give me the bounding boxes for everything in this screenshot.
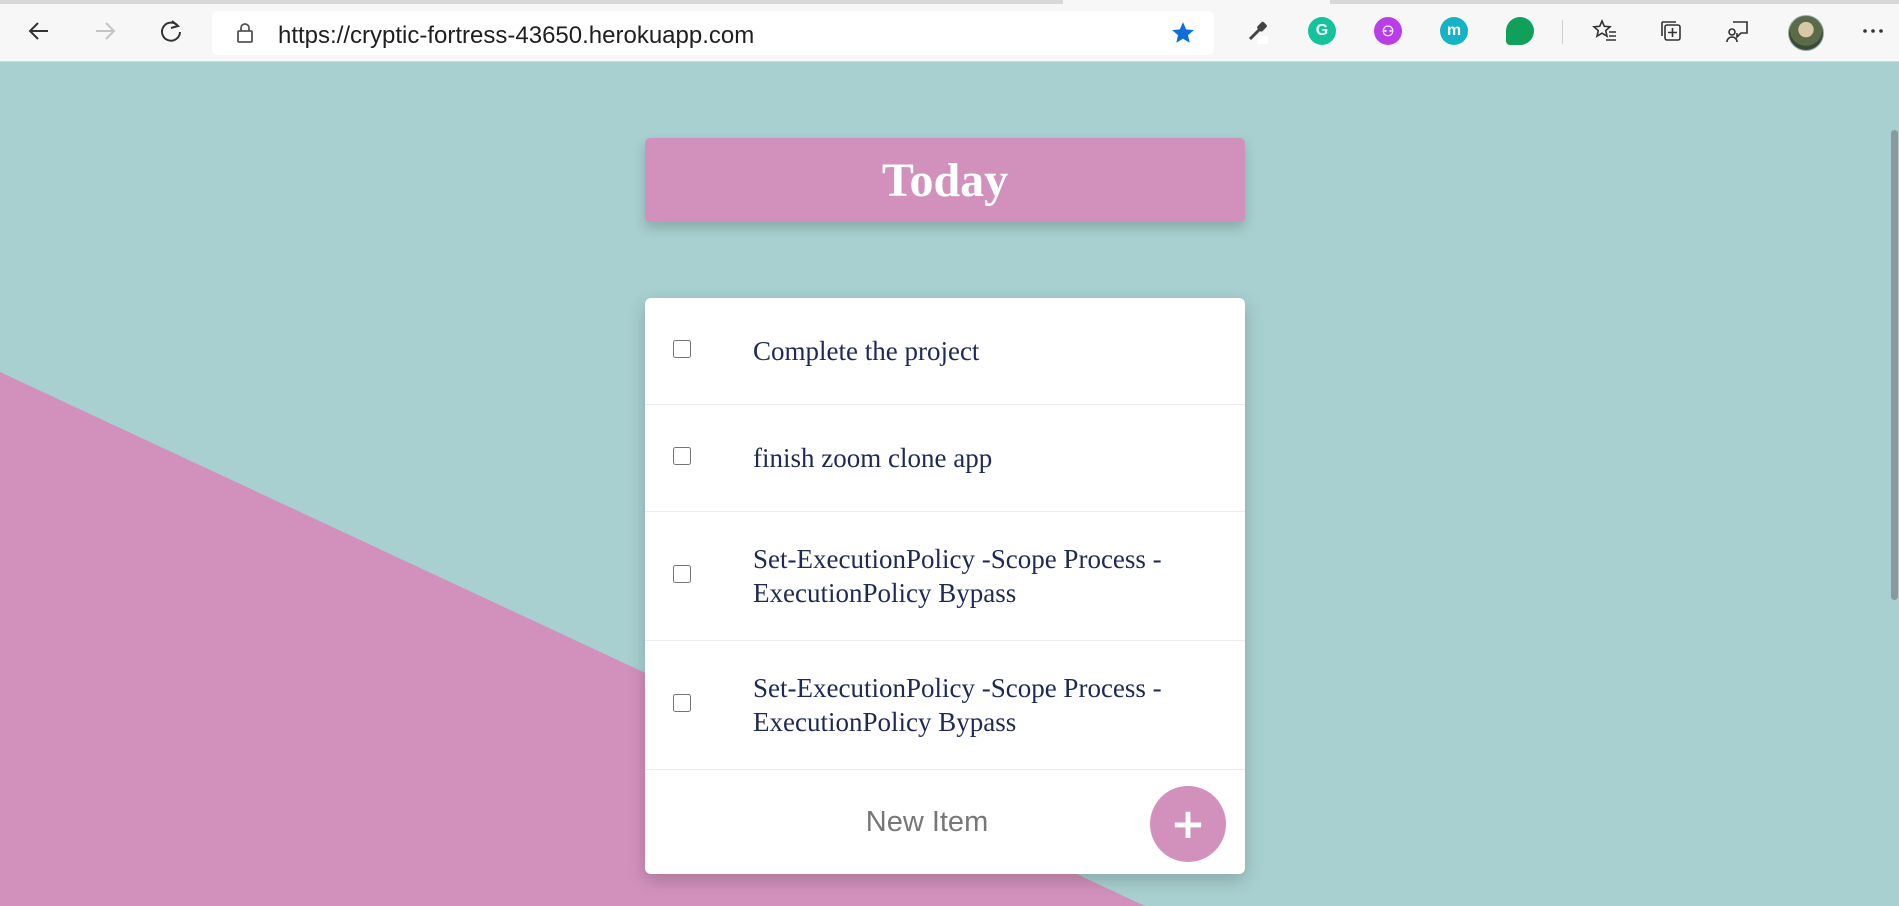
item-checkbox[interactable]	[673, 565, 691, 583]
add-item-button[interactable]: +	[1150, 786, 1226, 862]
collections-button[interactable]	[1656, 16, 1686, 46]
tab-strip-edge	[1330, 0, 1899, 4]
more-dots-icon	[1863, 29, 1883, 33]
tab-strip-edge	[0, 0, 1063, 4]
list-heading-box: Today	[645, 138, 1245, 222]
new-item-input[interactable]	[775, 796, 1079, 848]
browser-toolbar: https://cryptic-fortress-43650.herokuapp…	[0, 0, 1899, 62]
item-text: Complete the project	[753, 336, 980, 366]
item-text: finish zoom clone app	[753, 443, 993, 473]
back-button[interactable]	[22, 14, 56, 48]
favorites-list-icon	[1592, 18, 1616, 41]
favorites-button[interactable]	[1590, 16, 1620, 46]
item-checkbox[interactable]	[673, 340, 691, 358]
item-text: Set-ExecutionPolicy -Scope Process -Exec…	[753, 544, 1162, 608]
refresh-icon	[161, 20, 181, 42]
grammarly-icon[interactable]: G	[1308, 17, 1336, 45]
favorite-star-icon[interactable]	[1170, 20, 1196, 46]
back-arrow-icon	[28, 22, 48, 40]
item-text: Set-ExecutionPolicy -Scope Process -Exec…	[753, 673, 1162, 737]
eyedropper-icon	[1248, 21, 1268, 44]
eyedropper-extension[interactable]	[1242, 16, 1272, 46]
list-item: finish zoom clone app	[645, 405, 1245, 512]
address-bar[interactable]: https://cryptic-fortress-43650.herokuapp…	[212, 11, 1214, 55]
feedback-button[interactable]	[1722, 16, 1752, 46]
forward-arrow-icon	[96, 22, 116, 40]
item-checkbox[interactable]	[673, 447, 691, 465]
list-item: Set-ExecutionPolicy -Scope Process -Exec…	[645, 512, 1245, 641]
url-text: https://cryptic-fortress-43650.herokuapp…	[278, 22, 755, 49]
item-checkbox[interactable]	[673, 694, 691, 712]
toolbar-divider	[1562, 20, 1563, 44]
list-item: Set-ExecutionPolicy -Scope Process -Exec…	[645, 641, 1245, 770]
settings-menu-button[interactable]	[1858, 16, 1888, 46]
refresh-button[interactable]	[154, 14, 188, 48]
purple-extension-icon[interactable]: ⚇	[1374, 17, 1402, 45]
collections-icon	[1661, 21, 1681, 41]
page-scrollbar[interactable]	[1889, 62, 1899, 906]
list-item: Complete the project	[645, 298, 1245, 405]
todo-list-card: Complete the project finish zoom clone a…	[645, 298, 1245, 874]
forward-button[interactable]	[88, 14, 122, 48]
teal-m-extension-icon[interactable]: m	[1440, 17, 1468, 45]
feedback-icon	[1726, 21, 1748, 43]
scrollbar-thumb[interactable]	[1891, 130, 1898, 600]
lock-icon	[237, 23, 253, 43]
page-title: Today	[881, 153, 1009, 207]
profile-avatar[interactable]	[1788, 15, 1824, 51]
chat-bubble-extension-icon[interactable]	[1506, 17, 1534, 45]
